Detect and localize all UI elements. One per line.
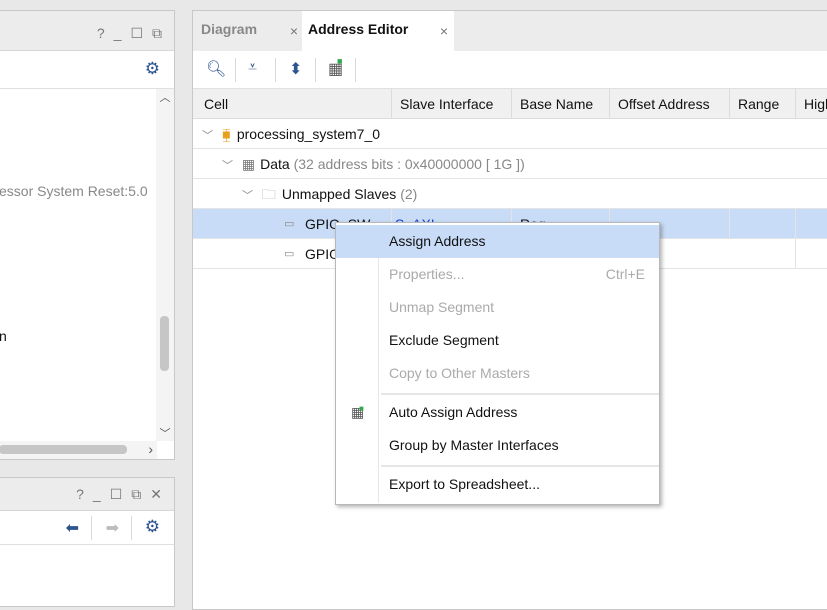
table-header: Cell Slave Interface Base Name Offset Ad… xyxy=(193,89,827,119)
column-slave-interface[interactable]: Slave Interface xyxy=(392,89,512,119)
panel-header: ? _ ☐ ⧉ xyxy=(0,11,174,51)
tab-label: Diagram xyxy=(201,21,258,37)
table-row[interactable]: ﹀ ⧯ processing_system7_0 xyxy=(193,119,827,149)
table-row[interactable]: ﹀ ▦ Data (32 address bits : 0x40000000 [ … xyxy=(193,149,827,179)
chevron-down-icon[interactable]: ﹀ xyxy=(202,121,216,151)
folder-icon: 🗀︎ xyxy=(261,186,276,202)
tab-address-editor[interactable]: Address Editor × xyxy=(302,11,454,51)
menu-item-properties[interactable]: Properties... Ctrl+E xyxy=(336,258,659,291)
menu-item-copy-to-other-masters[interactable]: Copy to Other Masters xyxy=(336,357,659,390)
menu-label: Assign Address xyxy=(389,233,486,249)
tab-bar: Diagram × Address Editor × xyxy=(193,11,827,51)
chevron-down-icon[interactable]: ﹀ xyxy=(242,181,256,211)
tab-diagram[interactable]: Diagram × xyxy=(193,11,300,51)
menu-label: Export to Spreadsheet... xyxy=(389,476,540,492)
back-arrow-icon[interactable]: ⬅ xyxy=(66,518,79,538)
forward-arrow-icon[interactable]: ➡ xyxy=(106,518,119,538)
menu-item-auto-assign-address[interactable]: ▦ ■ Auto Assign Address xyxy=(336,396,659,429)
left-bottom-panel: ? _ ☐ ⧉ ✕ ⬅ ➡ ⚙ xyxy=(0,477,175,607)
auto-assign-icon: ▦ ■ xyxy=(351,404,365,420)
scroll-down-icon[interactable]: ﹀ xyxy=(156,425,174,441)
toolbar: 🔍︎ ⩡ ⬍ ▦ ■ xyxy=(193,51,827,89)
cell-detail: (32 address bits : 0x40000000 [ 1G ]) xyxy=(293,156,525,172)
menu-label: Auto Assign Address xyxy=(389,404,518,420)
cell-name: processing_system7_0 xyxy=(236,126,381,142)
menu-item-export-to-spreadsheet[interactable]: Export to Spreadsheet... xyxy=(336,468,659,501)
column-base-name[interactable]: Base Name xyxy=(512,89,610,119)
processor-icon: ⧯ xyxy=(221,126,231,142)
close-icon[interactable]: ✕ xyxy=(150,486,162,503)
menu-label: Copy to Other Masters xyxy=(389,365,530,381)
menu-item-unmap-segment[interactable]: Unmap Segment xyxy=(336,291,659,324)
cell-name: Data xyxy=(260,156,290,172)
scroll-thumb[interactable] xyxy=(0,445,127,454)
float-icon[interactable]: ⧉ xyxy=(152,25,162,42)
menu-label: Properties... xyxy=(389,266,465,282)
scroll-right-icon[interactable]: › xyxy=(148,441,153,457)
horizontal-scrollbar[interactable]: › xyxy=(0,441,157,459)
column-range[interactable]: Range xyxy=(730,89,796,119)
menu-item-group-by-master-interfaces[interactable]: Group by Master Interfaces xyxy=(336,429,659,462)
gear-icon[interactable]: ⚙ xyxy=(145,517,160,537)
panel-toolbar: ⬅ ➡ ⚙ xyxy=(0,511,174,545)
column-high[interactable]: High xyxy=(796,89,827,119)
help-icon[interactable]: ? xyxy=(76,486,84,503)
panel-toolbar: ⚙ xyxy=(0,51,174,89)
float-icon[interactable]: ⧉ xyxy=(131,486,141,503)
minimize-icon[interactable]: _ xyxy=(93,486,101,503)
vertical-scrollbar[interactable]: ︿ ﹀ xyxy=(156,89,174,441)
scroll-thumb[interactable] xyxy=(160,316,169,371)
menu-label: Group by Master Interfaces xyxy=(389,437,559,453)
scroll-up-icon[interactable]: ︿ xyxy=(156,89,174,105)
content-text: n xyxy=(0,328,7,344)
menu-item-exclude-segment[interactable]: Exclude Segment xyxy=(336,324,659,357)
menu-label: Unmap Segment xyxy=(389,299,495,315)
address-space-icon: ▦ xyxy=(241,156,256,172)
minimize-icon[interactable]: _ xyxy=(114,25,122,42)
close-icon[interactable]: × xyxy=(440,23,448,39)
collapse-all-icon[interactable]: ⩡ xyxy=(248,59,257,77)
gear-icon[interactable]: ⚙ xyxy=(145,59,160,79)
close-icon[interactable]: × xyxy=(290,23,298,39)
cell-name: Unmapped Slaves xyxy=(281,186,397,202)
menu-item-assign-address[interactable]: Assign Address xyxy=(336,225,659,258)
maximize-icon[interactable]: ☐ xyxy=(130,25,143,42)
panel-header: ? _ ☐ ⧉ ✕ xyxy=(0,478,174,511)
maximize-icon[interactable]: ☐ xyxy=(110,486,123,503)
left-top-panel: ? _ ☐ ⧉ ⚙ essor System Reset:5.0 n ︿ ﹀ › xyxy=(0,10,175,460)
content-text: essor System Reset:5.0 xyxy=(0,183,148,199)
auto-assign-icon[interactable]: ▦ ■ xyxy=(328,56,343,79)
table-row[interactable]: ﹀ 🗀︎ Unmapped Slaves (2) xyxy=(193,179,827,209)
menu-label: Exclude Segment xyxy=(389,332,499,348)
search-icon[interactable]: 🔍︎ xyxy=(206,59,226,79)
tab-label: Address Editor xyxy=(308,21,409,37)
expand-all-icon[interactable]: ⬍ xyxy=(289,59,302,79)
context-menu: Assign Address Properties... Ctrl+E Unmap… xyxy=(335,222,660,505)
menu-shortcut: Ctrl+E xyxy=(605,266,645,282)
column-offset-address[interactable]: Offset Address xyxy=(610,89,730,119)
cell-detail: (2) xyxy=(400,186,418,202)
column-cell[interactable]: Cell xyxy=(193,89,392,119)
help-icon[interactable]: ? xyxy=(97,25,105,42)
chevron-down-icon[interactable]: ﹀ xyxy=(222,151,236,181)
segment-icon: ▭ xyxy=(284,248,295,260)
